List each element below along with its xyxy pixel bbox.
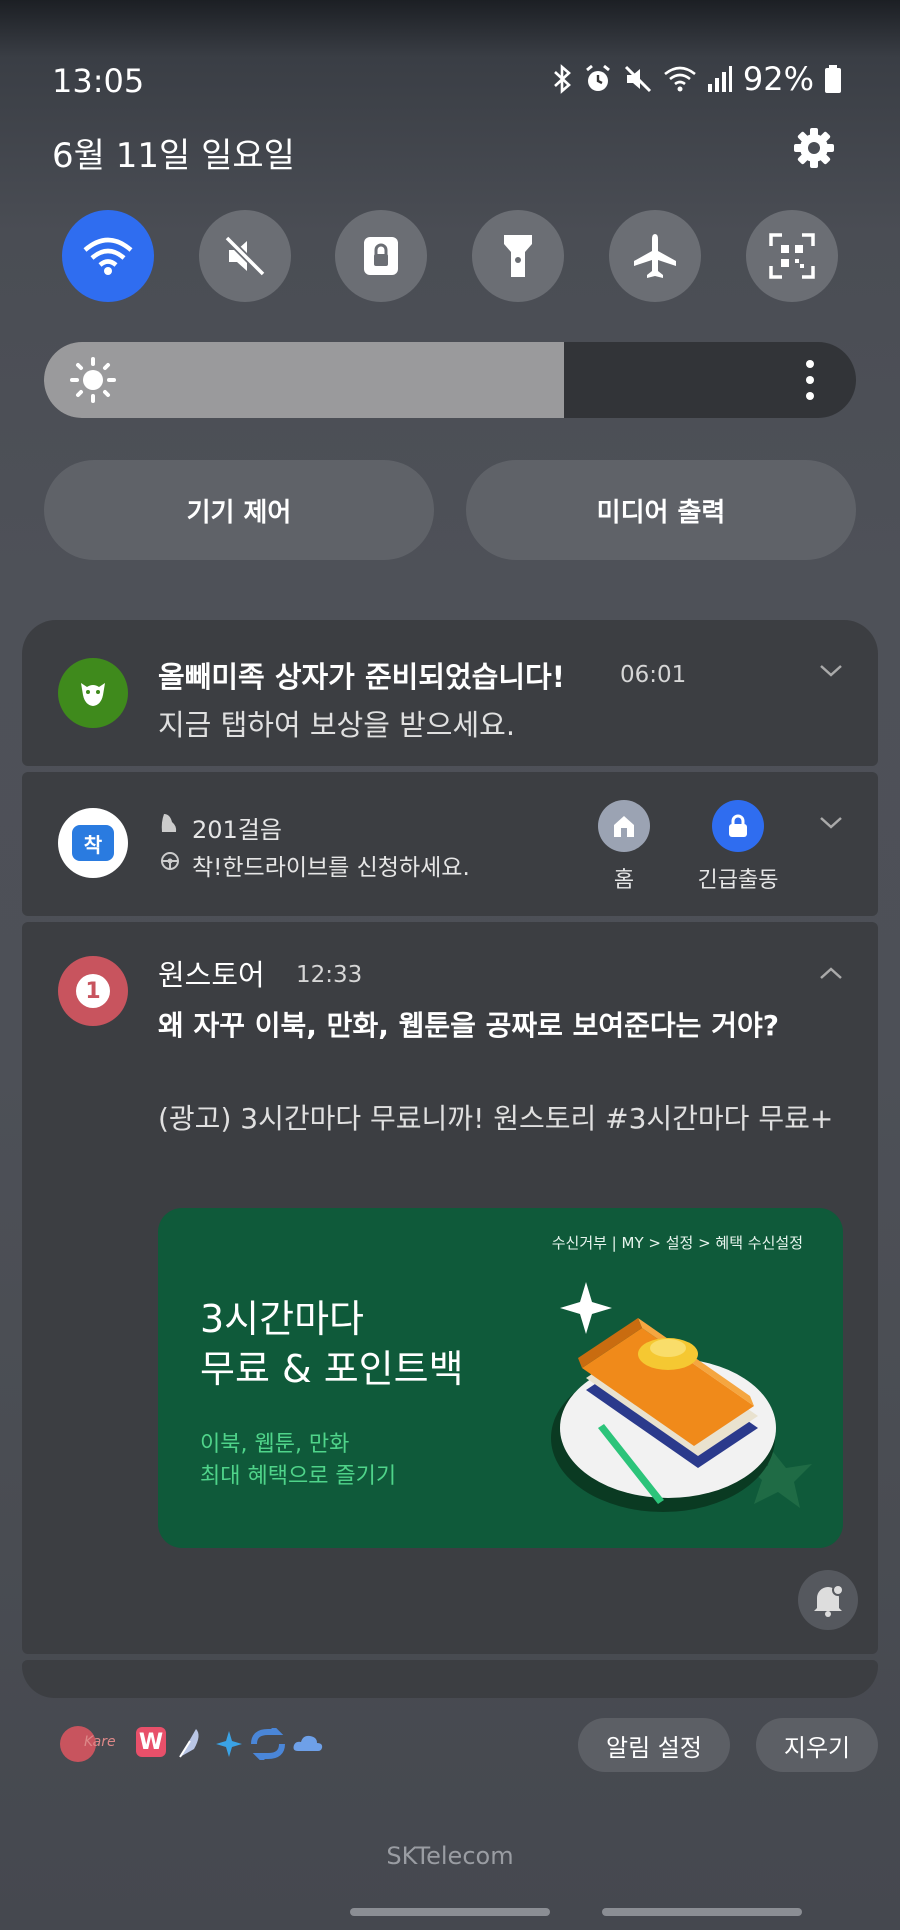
signal-icon [707, 66, 732, 92]
media-output-button[interactable]: 미디어 출력 [466, 460, 856, 560]
books-on-plate-illustration [551, 1282, 812, 1512]
onestore-app-icon: 1 [58, 956, 128, 1026]
alarm-icon [585, 64, 610, 91]
flashlight-toggle[interactable] [472, 210, 564, 302]
notification-text: 착!한드라이브를 신청하세요. [192, 855, 470, 881]
wifi-status-icon [664, 66, 696, 92]
notification-app-name: 원스토어 [158, 958, 265, 992]
emergency-action-label: 긴급출동 [697, 868, 779, 893]
sun-icon [70, 357, 116, 403]
qr-scanner-toggle[interactable] [746, 210, 838, 302]
qr-scan-icon [769, 233, 815, 279]
bluetooth-icon [553, 64, 571, 94]
lockkare-logo: Kare [84, 1734, 116, 1750]
lock-icon [364, 237, 398, 275]
sound-toggle[interactable] [199, 210, 291, 302]
banner-headline-1: 3시간마다 [200, 1297, 365, 1341]
notification-title: 올빼미족 상자가 준비되었습니다! [158, 660, 565, 694]
date-label: 6월 11일 일요일 [52, 136, 295, 176]
banner-sub-1: 이북, 웹툰, 만화 [200, 1432, 350, 1457]
clear-all-button[interactable]: 지우기 [756, 1718, 878, 1772]
notification-card-chak[interactable]: 착 201걸음 착!한드라이브를 신청하세요. 홈 긴급출동 [22, 772, 878, 916]
banner-sub-2: 최대 혜택으로 즐기기 [200, 1464, 397, 1489]
carrier-label: SKTelecom [386, 1842, 514, 1870]
step-count: 201걸음 [192, 816, 282, 844]
gesture-bar-left[interactable] [350, 1908, 550, 1916]
sync-app-icon [251, 1728, 285, 1760]
sparkle-app-icon [216, 1731, 242, 1757]
battery-icon [825, 65, 841, 93]
flashlight-icon [504, 235, 532, 277]
airplane-mode-toggle[interactable] [609, 210, 701, 302]
chevron-up-icon[interactable] [819, 966, 843, 980]
battery-percent: 92% [742, 60, 814, 98]
webtoon-app-icon: W [136, 1727, 166, 1757]
device-control-button[interactable]: 기기 제어 [44, 460, 434, 560]
notification-text: 지금 탭하여 보상을 받으세요. [158, 708, 516, 742]
more-options-icon[interactable] [802, 358, 818, 402]
cloud-app-icon [293, 1735, 323, 1751]
chak-logo-label: 착 [72, 825, 114, 861]
mute-icon [624, 65, 651, 93]
notification-card-owl[interactable]: 올빼미족 상자가 준비되었습니다! 06:01 지금 탭하여 보상을 받으세요. [22, 620, 878, 766]
owl-app-icon [58, 658, 128, 728]
wifi-icon [83, 237, 133, 275]
ad-banner-image[interactable]: 수신거부 | MY > 설정 > 혜택 수신설정 3시간마다 무료 & 포인트백… [158, 1208, 843, 1548]
chevron-down-icon[interactable] [819, 664, 843, 678]
feather-app-icon [179, 1729, 199, 1758]
notification-body: (광고) 3시간마다 무료니까! 원스토리 #3시간마다 무료+ [158, 1102, 834, 1135]
home-action-button[interactable] [598, 800, 650, 852]
home-action-label: 홈 [613, 868, 635, 893]
gesture-bar-right[interactable] [602, 1908, 802, 1916]
snooze-bell-button[interactable] [798, 1570, 858, 1630]
settings-gear-icon[interactable] [792, 126, 836, 170]
banner-opt-out: 수신거부 | MY > 설정 > 혜택 수신설정 [551, 1234, 803, 1252]
notification-title: 왜 자꾸 이북, 만화, 웹툰을 공짜로 보여준다는 거야? [158, 1009, 779, 1042]
notification-time: 12:33 [296, 962, 363, 988]
banner-headline-2: 무료 & 포인트백 [200, 1347, 464, 1391]
wifi-toggle[interactable] [62, 210, 154, 302]
brightness-fill [44, 342, 564, 418]
home-icon [614, 816, 634, 837]
steering-wheel-icon [161, 852, 179, 870]
emergency-action-button[interactable] [712, 800, 764, 852]
chevron-down-icon[interactable] [819, 816, 843, 830]
rotation-lock-toggle[interactable] [335, 210, 427, 302]
chak-app-icon: 착 [58, 808, 128, 878]
airplane-icon [634, 234, 676, 278]
lock-icon [729, 814, 747, 837]
status-icons: 92% [551, 60, 842, 98]
brightness-slider[interactable] [44, 342, 856, 418]
notification-settings-button[interactable]: 알림 설정 [578, 1718, 730, 1772]
status-time: 13:05 [52, 62, 145, 100]
notification-time: 06:01 [620, 662, 687, 688]
mute-icon [224, 235, 266, 277]
shoe-icon [161, 814, 177, 832]
notification-card-collapsed[interactable] [22, 1660, 878, 1698]
